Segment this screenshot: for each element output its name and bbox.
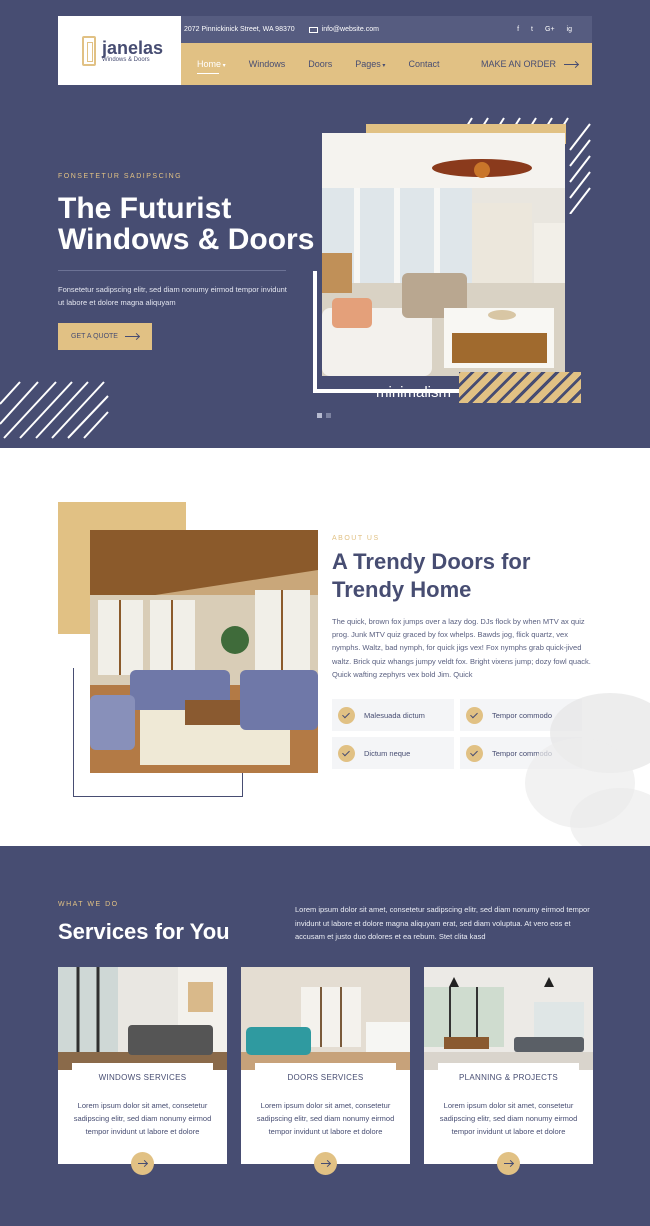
service-text: Lorem ipsum dolor sit amet, consetetur s… bbox=[439, 1101, 578, 1137]
hero-text: Fonsetetur sadipscing elitr, sed diam no… bbox=[58, 285, 287, 307]
top-bar: 2072 Pinnickinick Street, WA 98370 info@… bbox=[181, 16, 592, 43]
social-links: f t G+ ig bbox=[517, 26, 592, 33]
nav-home-label: Home bbox=[197, 59, 222, 69]
email-link[interactable]: info@website.com bbox=[308, 26, 379, 33]
twitter-icon[interactable]: t bbox=[531, 26, 533, 33]
arrow-right-icon bbox=[124, 336, 139, 337]
watercolor-decoration bbox=[525, 693, 650, 846]
get-quote-button[interactable]: GET A QUOTE bbox=[58, 323, 152, 350]
facebook-icon[interactable]: f bbox=[517, 26, 519, 33]
service-image bbox=[241, 967, 410, 1070]
check-icon bbox=[466, 744, 483, 762]
hero-divider bbox=[58, 270, 286, 271]
site-header: janelas Windows & Doors 2072 Pinnickinic… bbox=[58, 16, 592, 85]
hero-section: janelas Windows & Doors 2072 Pinnickinic… bbox=[0, 0, 650, 448]
services-section: WHAT WE DO Services for You Lorem ipsum … bbox=[0, 846, 650, 1226]
about-section: ABOUT US A Trendy Doors for Trendy Home … bbox=[0, 448, 650, 846]
check-icon bbox=[338, 744, 355, 762]
instagram-icon[interactable]: ig bbox=[567, 26, 572, 33]
service-more-button[interactable] bbox=[314, 1152, 337, 1175]
service-more-button[interactable] bbox=[497, 1152, 520, 1175]
service-title: PLANNING & PROJECTS bbox=[438, 1063, 579, 1093]
caption-stripes bbox=[459, 372, 581, 403]
service-card: WINDOWS SERVICES Lorem ipsum dolor sit a… bbox=[58, 967, 227, 1175]
brand-name: janelas bbox=[102, 37, 164, 58]
service-image bbox=[58, 967, 227, 1070]
email-text: info@website.com bbox=[321, 26, 379, 33]
about-eyebrow: ABOUT US bbox=[332, 535, 380, 542]
get-quote-label: GET A QUOTE bbox=[71, 333, 118, 340]
check-icon bbox=[338, 706, 355, 724]
service-text: Lorem ipsum dolor sit amet, consetetur s… bbox=[256, 1101, 395, 1137]
logo[interactable]: janelas Windows & Doors bbox=[58, 16, 181, 85]
slider-dot[interactable] bbox=[317, 413, 322, 418]
arrow-right-icon bbox=[321, 1163, 330, 1164]
arrow-right-icon bbox=[504, 1163, 513, 1164]
window-logo-icon bbox=[82, 35, 96, 66]
nav-pages[interactable]: Pages ▾ bbox=[355, 59, 385, 69]
nav-doors[interactable]: Doors bbox=[308, 59, 332, 69]
service-title: WINDOWS SERVICES bbox=[72, 1063, 213, 1093]
service-text: Lorem ipsum dolor sit amet, consetetur s… bbox=[73, 1101, 212, 1137]
service-card: PLANNING & PROJECTS Lorem ipsum dolor si… bbox=[424, 967, 593, 1175]
about-title-line2: Trendy Home bbox=[332, 577, 472, 602]
nav-contact[interactable]: Contact bbox=[408, 59, 439, 69]
service-more-button[interactable] bbox=[131, 1152, 154, 1175]
services-title: Services for You bbox=[58, 919, 230, 944]
arrow-right-icon bbox=[138, 1163, 147, 1164]
slider-dot[interactable] bbox=[326, 413, 331, 418]
hero-eyebrow: FONSETETUR SADIPSCING bbox=[58, 173, 183, 180]
logo-text: janelas Windows & Doors bbox=[102, 39, 163, 63]
feature-item: Malesuada dictum bbox=[332, 699, 454, 731]
address-text: 2072 Pinnickinick Street, WA 98370 bbox=[184, 26, 295, 33]
nav-pages-label: Pages bbox=[355, 59, 381, 69]
check-icon bbox=[466, 706, 483, 724]
decorative-stripes bbox=[0, 381, 109, 439]
hero-title-line2: Windows & Doors bbox=[58, 223, 315, 256]
main-nav: Home ▾ Windows Doors Pages ▾ Contact MAK… bbox=[181, 43, 592, 85]
feature-label: Dictum neque bbox=[364, 748, 411, 758]
hero-caption: minimalism bbox=[376, 384, 451, 401]
hero-living-room-image bbox=[322, 133, 565, 376]
chevron-down-icon: ▾ bbox=[221, 63, 226, 69]
about-title-line1: A Trendy Doors for bbox=[332, 549, 531, 574]
service-card: DOORS SERVICES Lorem ipsum dolor sit ame… bbox=[241, 967, 410, 1175]
slider-dots bbox=[317, 413, 331, 418]
service-title: DOORS SERVICES bbox=[255, 1063, 396, 1093]
hero-title-line1: The Futurist bbox=[58, 192, 232, 225]
services-text: Lorem ipsum dolor sit amet, consetetur s… bbox=[295, 905, 590, 941]
google-plus-icon[interactable]: G+ bbox=[545, 26, 555, 33]
chevron-down-icon: ▾ bbox=[380, 63, 386, 69]
feature-label: Malesuada dictum bbox=[364, 710, 425, 720]
services-eyebrow: WHAT WE DO bbox=[58, 901, 119, 908]
feature-item: Dictum neque bbox=[332, 737, 454, 769]
nav-home[interactable]: Home ▾ bbox=[197, 59, 226, 74]
service-image bbox=[424, 967, 593, 1070]
make-order-button[interactable]: MAKE AN ORDER bbox=[481, 59, 578, 69]
make-order-label: MAKE AN ORDER bbox=[480, 59, 556, 69]
nav-windows[interactable]: Windows bbox=[249, 59, 286, 69]
about-living-room-image bbox=[90, 530, 318, 773]
about-text: The quick, brown fox jumps over a lazy d… bbox=[332, 617, 591, 679]
envelope-icon bbox=[308, 26, 318, 33]
about-title: A Trendy Doors for Trendy Home bbox=[332, 548, 592, 604]
arrow-right-icon bbox=[564, 63, 578, 65]
